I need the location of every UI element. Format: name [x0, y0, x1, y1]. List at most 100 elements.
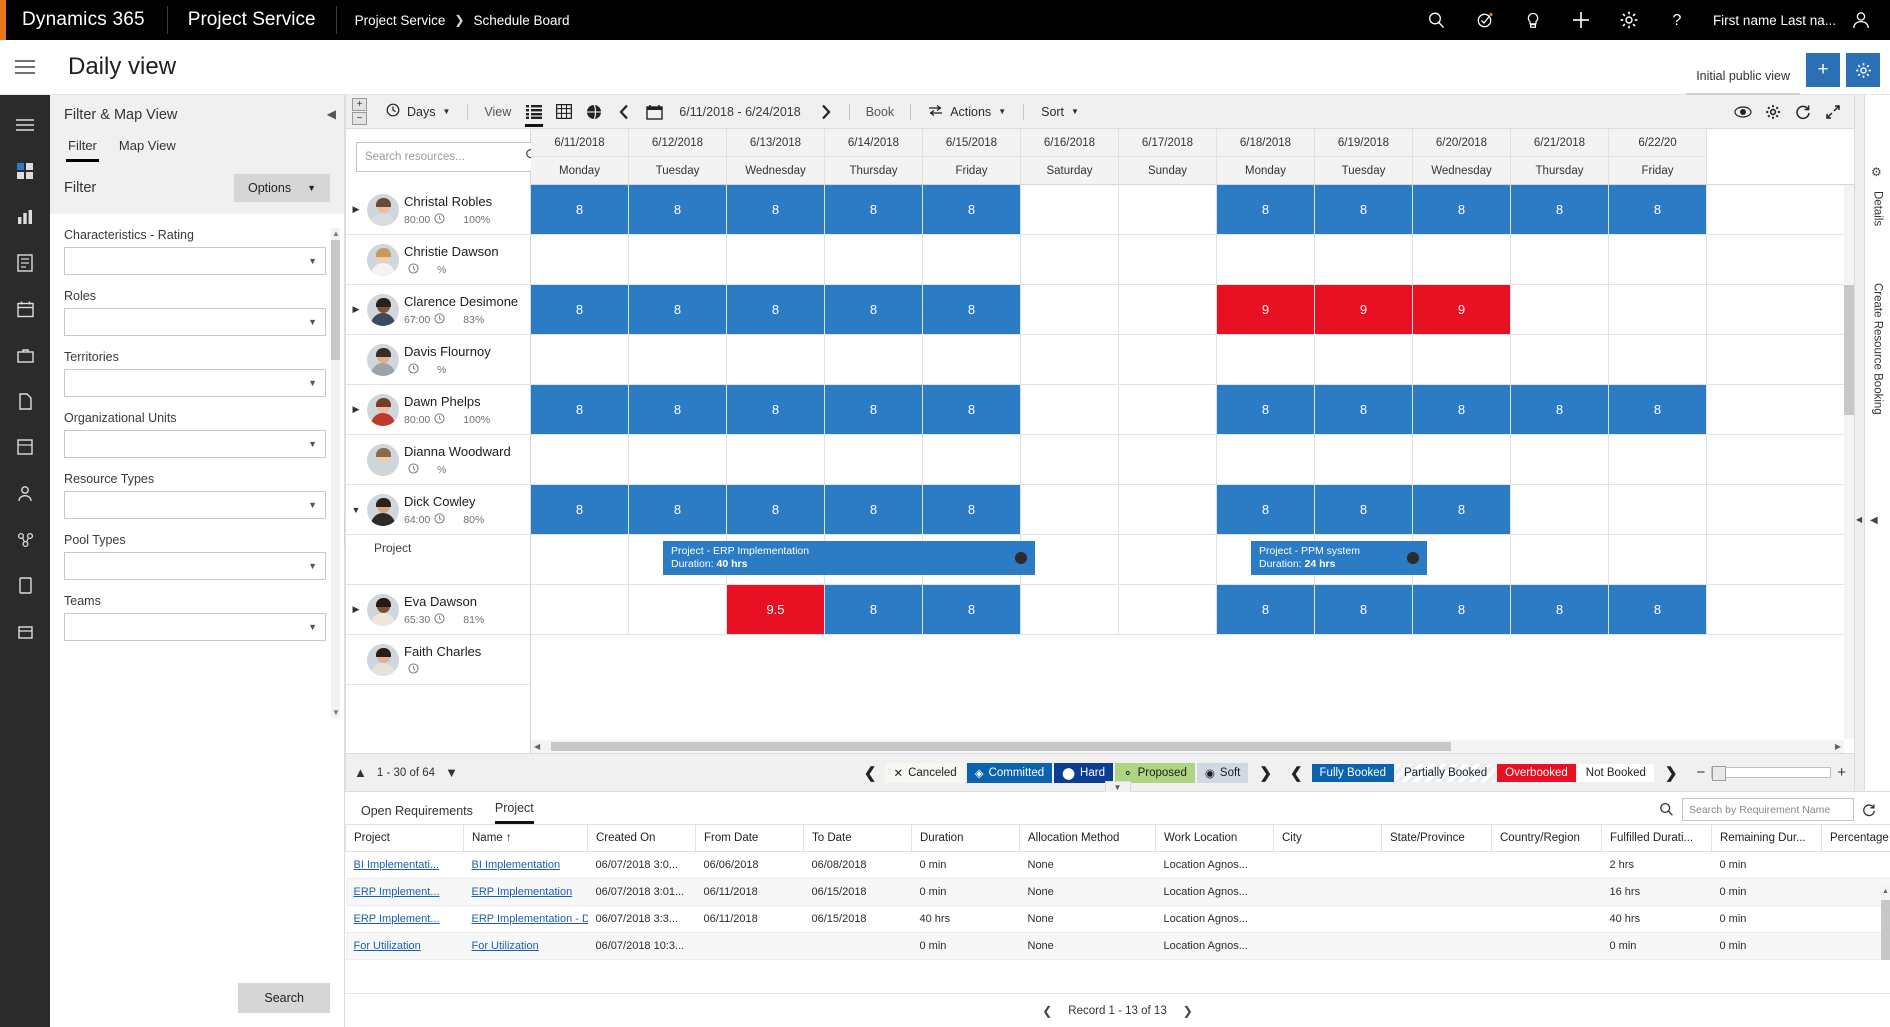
- input-roles[interactable]: ▼: [64, 308, 326, 336]
- expand-rows-button[interactable]: +: [352, 98, 367, 111]
- tab-filter[interactable]: Filter: [66, 135, 99, 162]
- panel-drag-handle[interactable]: ▼: [1104, 781, 1131, 792]
- gear-icon[interactable]: [1758, 95, 1788, 129]
- zoom-out-button[interactable]: −: [1696, 764, 1705, 781]
- booking-cell[interactable]: 8: [1217, 385, 1315, 434]
- search-resources-input[interactable]: [365, 151, 519, 163]
- booking-cell[interactable]: [1511, 485, 1609, 534]
- booking-cell[interactable]: 8: [825, 385, 923, 434]
- booking-cell[interactable]: 9.5: [727, 585, 825, 634]
- date-range-label[interactable]: 6/11/2018 - 6/24/2018: [669, 105, 810, 119]
- column-header[interactable]: From Date: [695, 824, 804, 852]
- project-bar-handle[interactable]: [1407, 552, 1419, 564]
- options-button[interactable]: Options ▼: [233, 174, 330, 202]
- booking-cell[interactable]: 8: [1609, 585, 1707, 634]
- project-bar[interactable]: Project - PPM system Duration: 24 hrs: [1251, 541, 1427, 575]
- rail-chart-icon[interactable]: [3, 195, 47, 239]
- booking-cell[interactable]: [1119, 485, 1217, 534]
- utilization-legend-next[interactable]: ❯: [1656, 764, 1687, 782]
- booking-cell[interactable]: [825, 435, 923, 484]
- rail-board-icon[interactable]: [3, 425, 47, 469]
- scroll-right-icon[interactable]: ▶: [1832, 742, 1844, 751]
- grid-view-icon[interactable]: [549, 95, 579, 129]
- rail-file-icon[interactable]: [3, 379, 47, 423]
- booking-cell[interactable]: [1413, 235, 1511, 284]
- booking-cell[interactable]: 9: [1217, 285, 1315, 334]
- booking-cell[interactable]: 8: [1413, 385, 1511, 434]
- calendar-icon[interactable]: [639, 95, 669, 129]
- booking-cell[interactable]: [825, 235, 923, 284]
- resource-row[interactable]: Dianna Woodward%: [346, 435, 530, 485]
- plus-icon[interactable]: [1557, 0, 1605, 40]
- rail-notes-icon[interactable]: [3, 241, 47, 285]
- booking-cell[interactable]: 8: [629, 485, 727, 534]
- table-row[interactable]: BI Implementati... BI Implementation 06/07…: [345, 851, 1890, 879]
- booking-cell[interactable]: 8: [1315, 585, 1413, 634]
- project-bar-handle[interactable]: [1015, 552, 1027, 564]
- column-header[interactable]: Name ↑: [463, 824, 588, 852]
- previous-period-button[interactable]: [609, 95, 639, 129]
- rail-menu-icon[interactable]: [3, 103, 47, 147]
- booking-cell[interactable]: 8: [727, 385, 825, 434]
- column-header[interactable]: To Date: [803, 824, 912, 852]
- input-resource-types[interactable]: ▼: [64, 491, 326, 519]
- resource-expander[interactable]: ▼: [350, 505, 362, 515]
- booking-cell[interactable]: [1511, 435, 1609, 484]
- booking-cell[interactable]: [1119, 285, 1217, 334]
- timeline-vertical-scrollbar[interactable]: [1844, 185, 1854, 739]
- booking-cell[interactable]: [531, 435, 629, 484]
- input-teams[interactable]: ▼: [64, 613, 326, 641]
- booking-cell[interactable]: [1217, 235, 1315, 284]
- booking-cell[interactable]: [1609, 485, 1707, 534]
- booking-cell[interactable]: 8: [825, 285, 923, 334]
- booking-cell[interactable]: [1511, 235, 1609, 284]
- days-dropdown[interactable]: Days ▼: [377, 95, 459, 129]
- legend-chip-committed[interactable]: ◈ Committed: [966, 762, 1053, 783]
- project-row-cell[interactable]: [1609, 535, 1707, 584]
- sort-dropdown[interactable]: Sort ▼: [1032, 95, 1088, 129]
- booking-cell[interactable]: 8: [531, 485, 629, 534]
- booking-cell[interactable]: 8: [629, 385, 727, 434]
- booking-legend-prev[interactable]: ❮: [855, 764, 886, 782]
- search-button[interactable]: Search: [238, 983, 330, 1013]
- link-name[interactable]: ERP Implementation - Dev...: [472, 913, 588, 925]
- booking-cell[interactable]: 8: [825, 185, 923, 234]
- scroll-down-icon[interactable]: ▼: [332, 708, 340, 717]
- booking-cell[interactable]: [1021, 185, 1119, 234]
- tab-project[interactable]: Project: [494, 801, 534, 824]
- tab-map-view[interactable]: Map View: [117, 135, 178, 162]
- column-header[interactable]: Remaining Dur...: [1711, 824, 1822, 852]
- eye-icon[interactable]: [1728, 95, 1758, 129]
- booking-cell[interactable]: [1609, 435, 1707, 484]
- scroll-up-icon[interactable]: ▲: [1882, 888, 1889, 895]
- table-row[interactable]: ERP Implement... ERP Implementation 06/07/…: [345, 878, 1890, 906]
- booking-cell[interactable]: [1511, 335, 1609, 384]
- column-header[interactable]: Allocation Method: [1019, 824, 1156, 852]
- booking-cell[interactable]: [531, 335, 629, 384]
- booking-cell[interactable]: 8: [825, 485, 923, 534]
- booking-cell[interactable]: [1217, 435, 1315, 484]
- breadcrumb-current[interactable]: Schedule Board: [473, 13, 569, 28]
- input-organizational-units[interactable]: ▼: [64, 430, 326, 458]
- add-view-button[interactable]: +: [1806, 53, 1840, 87]
- booking-cell[interactable]: 8: [923, 585, 1021, 634]
- resource-expander[interactable]: ▶: [350, 304, 362, 315]
- booking-cell[interactable]: 8: [1511, 385, 1609, 434]
- collapse-rows-button[interactable]: −: [352, 112, 367, 125]
- globe-view-icon[interactable]: [579, 95, 609, 129]
- column-header[interactable]: Duration: [911, 824, 1020, 852]
- collapse-panel-icon[interactable]: ◀: [327, 107, 336, 121]
- column-header[interactable]: Country/Region: [1491, 824, 1602, 852]
- input-territories[interactable]: ▼: [64, 369, 326, 397]
- input-characteristics-rating[interactable]: ▼: [64, 247, 326, 275]
- legend-chip-partially-booked[interactable]: Partially Booked: [1396, 763, 1496, 782]
- resource-row[interactable]: Faith Charles: [346, 635, 530, 685]
- booking-cell[interactable]: [531, 235, 629, 284]
- expand-icon[interactable]: [1818, 95, 1848, 129]
- booking-cell[interactable]: [1119, 435, 1217, 484]
- booking-cell[interactable]: 8: [1511, 585, 1609, 634]
- column-header[interactable]: Work Location: [1155, 824, 1274, 852]
- legend-chip-hard[interactable]: ⬤ Hard: [1054, 762, 1113, 783]
- booking-cell[interactable]: [1609, 285, 1707, 334]
- assistant-icon[interactable]: [1461, 0, 1509, 40]
